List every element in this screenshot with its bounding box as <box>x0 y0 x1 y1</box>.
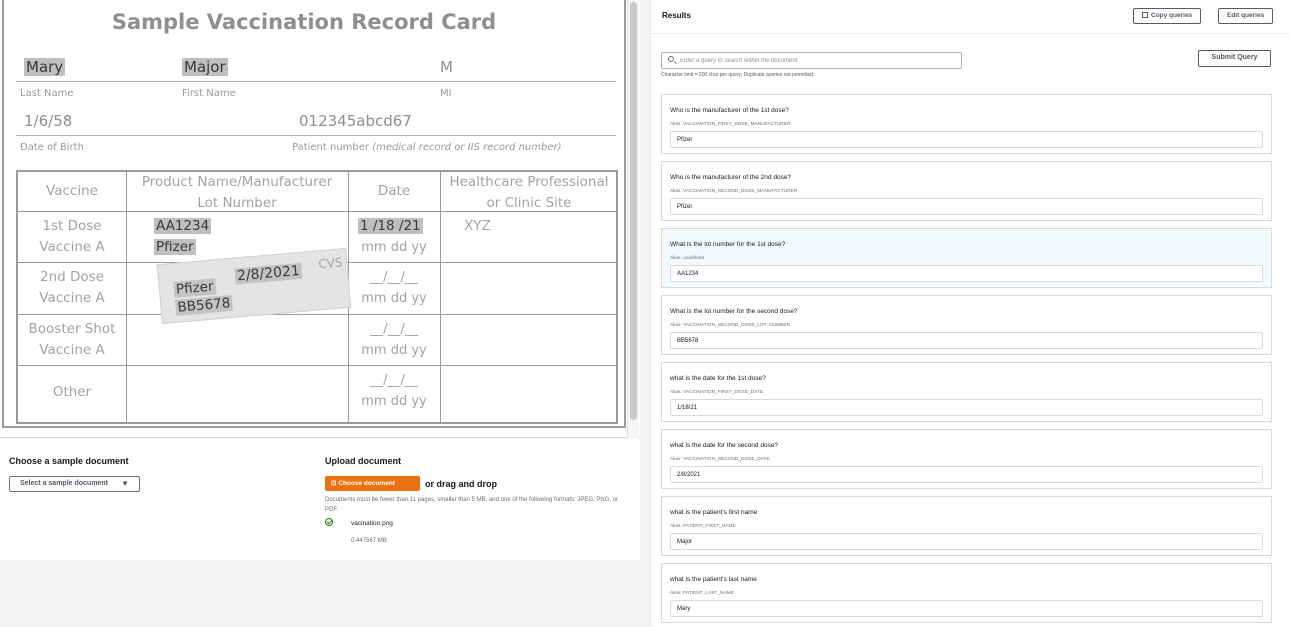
row2-date-format: mm dd yy <box>361 291 427 306</box>
query-question: what is the date for the 1st dose? <box>670 375 766 382</box>
last-name-value: Mary <box>24 58 66 76</box>
row3-label: Booster Shot Vaccine A <box>28 321 116 358</box>
first-name-label: First Name <box>182 88 236 99</box>
upload-help-text: Documents must be fewer than 11 pages, s… <box>325 497 619 513</box>
mi-label: MI <box>440 88 452 99</box>
row1-site: XYZ <box>464 218 491 234</box>
header-date: Date <box>377 183 411 199</box>
header-vaccine: Vaccine <box>46 183 98 199</box>
check-circle-icon <box>325 518 333 526</box>
patient-number-value: 012345abcd67 <box>299 112 412 130</box>
query-card[interactable]: what is the patient's last name Alias: P… <box>661 563 1272 623</box>
query-question: Who is the manufacturer of the 1st dose? <box>670 107 789 114</box>
dob-line <box>16 135 616 136</box>
query-card[interactable]: what is the patient's first name Alias: … <box>661 496 1272 556</box>
query-question: What is the lot number for the 1st dose? <box>670 241 786 248</box>
row4-label: Other <box>52 384 92 400</box>
query-card[interactable]: what is the date for the 1st dose? Alias… <box>661 362 1272 422</box>
query-card[interactable]: What is the lot number for the second do… <box>661 295 1272 355</box>
query-search-box[interactable] <box>661 52 962 69</box>
sticker-lot: BB5678 <box>174 294 233 316</box>
document-viewer: Sample Vaccination Record Card Mary Majo… <box>0 0 640 438</box>
query-alias: Alias: VACCINATION_SECOND_DOSE_LOT_NUMBE… <box>670 323 791 328</box>
row3-date-format: mm dd yy <box>361 343 427 358</box>
query-alias: Alias: VACCINATION_SECOND_DOSE_DATE <box>670 457 770 462</box>
scrollbar-thumb[interactable] <box>630 2 637 420</box>
results-header: Results Copy queries Edit queries <box>651 0 1289 34</box>
submit-query-button[interactable]: Submit Query <box>1198 50 1271 67</box>
sample-document-title: Choose a sample document <box>9 456 129 466</box>
row1-date-format: mm dd yy <box>361 240 427 255</box>
query-question: what is the date for the second dose? <box>670 442 779 449</box>
row2-date-blank: __/__/__ <box>370 270 418 285</box>
name-line <box>16 81 616 82</box>
file-size: 0.447567 MB <box>351 538 387 544</box>
query-question: What is the lot number for the second do… <box>670 308 798 315</box>
query-search-input[interactable] <box>680 55 955 66</box>
copy-icon <box>1142 12 1148 18</box>
vaccination-card: Sample Vaccination Record Card Mary Majo… <box>2 0 626 428</box>
query-alias: Alias: VACCINATION_FIRST_DOSE_MANUFACTUR… <box>670 122 791 127</box>
drag-drop-text: or drag and drop <box>425 479 497 489</box>
query-answer[interactable]: 1/18/21 <box>670 399 1263 416</box>
dob-label: Date of Birth <box>20 142 84 153</box>
character-limit-text: Character limit = 200 char per query; Du… <box>661 72 815 78</box>
mi-value: M <box>440 58 453 76</box>
query-alias: Alias: PATIENT_FIRST_NAME <box>670 524 736 529</box>
first-name-value: Major <box>182 58 228 76</box>
query-alias: Alias: VACCINATION_FIRST_DOSE_DATE <box>670 390 764 395</box>
query-question: what is the patient's first name <box>670 509 758 516</box>
row1-product: AA1234 Pfizer <box>154 218 212 255</box>
query-answer[interactable]: Major <box>670 533 1263 550</box>
row3-date-blank: __/__/__ <box>370 322 418 337</box>
query-card-selected[interactable]: What is the lot number for the 1st dose?… <box>661 228 1272 288</box>
row4-date-format: mm dd yy <box>361 394 427 409</box>
row1-date: 1 /18 /21 <box>358 218 423 234</box>
results-title: Results <box>662 11 691 20</box>
sticker-site: CVS <box>317 255 344 272</box>
query-answer[interactable]: 2/8/2021 <box>670 466 1263 483</box>
query-card[interactable]: Who is the manufacturer of the 1st dose?… <box>661 94 1272 154</box>
dob-value: 1/6/58 <box>24 112 73 130</box>
copy-queries-button[interactable]: Copy queries <box>1133 8 1202 24</box>
query-answer[interactable]: Mary <box>670 600 1263 617</box>
upload-icon: ⊡ <box>331 480 337 487</box>
query-alias: Alias: VACCINATION_SECOND_DOSE_MANUFACTU… <box>670 189 798 194</box>
results-panel: Results Copy queries Edit queries Charac… <box>650 0 1289 627</box>
row1-label: 1st Dose Vaccine A <box>39 218 105 255</box>
sticker-date: 2/8/2021 <box>234 262 303 285</box>
caret-down-icon: ▼ <box>121 479 129 488</box>
edit-queries-button[interactable]: Edit queries <box>1218 8 1274 24</box>
document-scrollbar[interactable] <box>627 0 639 438</box>
query-question: Who is the manufacturer of the 2nd dose? <box>670 174 792 181</box>
query-card[interactable]: Who is the manufacturer of the 2nd dose?… <box>661 161 1272 221</box>
header-site: Healthcare Professional or Clinic Site <box>449 174 609 211</box>
card-title: Sample Vaccination Record Card <box>111 10 497 34</box>
row4-date-blank: __/__/__ <box>370 373 418 388</box>
query-alias: Alias: undefined <box>670 256 705 261</box>
query-question: what is the patient's last name <box>670 576 757 583</box>
row2-label: 2nd Dose Vaccine A <box>39 269 105 306</box>
query-answer[interactable]: Pfizer <box>670 198 1263 215</box>
sample-document-select[interactable]: Select a sample document ▼ <box>9 476 140 492</box>
header-product: Product Name/Manufacturer Lot Number <box>141 174 333 211</box>
query-answer[interactable]: BB5678 <box>670 332 1263 349</box>
query-card[interactable]: what is the date for the second dose? Al… <box>661 429 1272 489</box>
last-name-label: Last Name <box>20 88 74 99</box>
upload-document-title: Upload document <box>325 456 401 466</box>
sticker-manufacturer: Pfizer <box>173 278 217 298</box>
file-name: vacination.png <box>351 520 393 527</box>
query-answer[interactable]: AA1234 <box>670 265 1263 282</box>
choose-document-button[interactable]: ⊡ Choose document <box>325 476 420 491</box>
query-alias: Alias: PATIENT_LAST_NAME <box>670 591 734 596</box>
search-icon <box>668 56 674 62</box>
query-answer[interactable]: Pfizer <box>670 131 1263 148</box>
left-panel: Sample Vaccination Record Card Mary Majo… <box>0 0 640 560</box>
patient-number-label: Patient number (medical record or IIS re… <box>292 142 562 153</box>
